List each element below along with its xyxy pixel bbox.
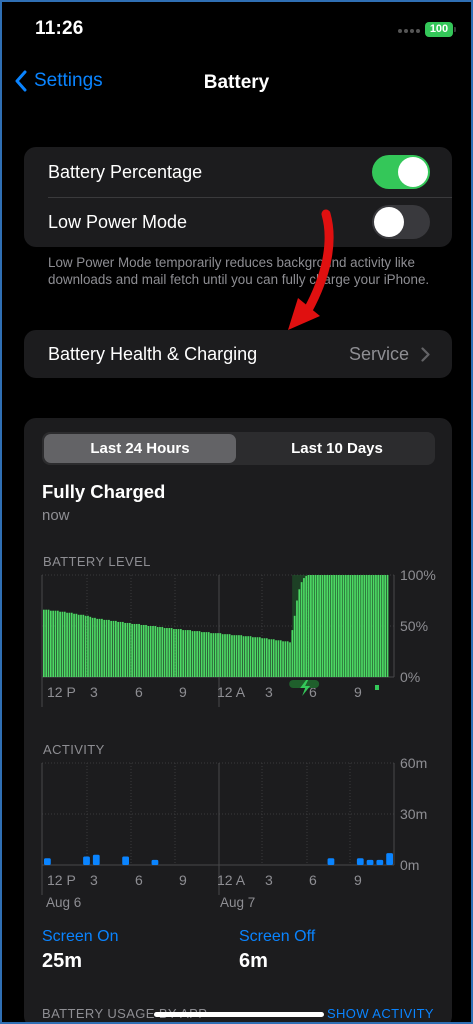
cellular-signal-icon (398, 29, 420, 33)
annotation-arrow-icon (288, 209, 334, 330)
battery-settings-group: Battery Percentage Low Power Mode (24, 147, 452, 247)
status-time: 11:26 (35, 18, 84, 39)
activity-bar (327, 858, 335, 865)
screen-on-value: 25m (42, 950, 83, 972)
x-tick-label: 9 (179, 872, 187, 888)
low-power-footnote: Low Power Mode temporarily reduces backg… (48, 255, 430, 287)
x-tick-label: 9 (354, 872, 362, 888)
x-tick-label: 3 (90, 872, 98, 888)
x-date-label: Aug 7 (220, 895, 255, 910)
x-tick-label: 12 P (47, 872, 76, 888)
phone-screen: 11:26 100 Settings Battery Battery Perce… (0, 0, 473, 1024)
activity-bar (366, 859, 374, 865)
low-power-mode-row: Low Power Mode (24, 197, 452, 247)
screen-off-label: Screen Off (239, 928, 316, 945)
activity-bar (376, 859, 384, 865)
home-indicator[interactable] (154, 1012, 324, 1017)
x-tick-label: 3 (265, 872, 273, 888)
toggle-knob (398, 157, 428, 187)
x-tick-label: 12 A (217, 872, 246, 888)
battery-health-label: Battery Health & Charging (48, 343, 258, 364)
battery-percentage-toggle[interactable] (372, 155, 430, 189)
battery-percentage-label: Battery Percentage (48, 161, 203, 182)
activity-bar (356, 858, 364, 865)
screen-on-label: Screen On (42, 928, 119, 945)
chevron-right-icon (421, 346, 430, 362)
activity-bar (92, 854, 100, 865)
low-power-mode-toggle[interactable] (372, 205, 430, 239)
x-tick-label: 6 (309, 872, 317, 888)
page-title: Battery (203, 72, 270, 93)
activity-bar (44, 858, 51, 865)
y-tick-label: 0m (400, 857, 419, 873)
activity-bar (151, 859, 159, 865)
activity-chart: 60m 30m 0m 12 P 3 6 9 12 A 3 6 9 Aug 6 Aug 7 (41, 755, 427, 910)
x-date-label: Aug 6 (46, 895, 81, 910)
battery-percentage-row: Battery Percentage (24, 147, 452, 197)
activity-bar (83, 856, 90, 865)
screen-off-value: 6m (239, 950, 268, 972)
nav-bar: Settings Battery (2, 62, 471, 106)
show-activity-button[interactable]: SHOW ACTIVITY (327, 1006, 434, 1021)
battery-indicator-icon: 100 (425, 22, 456, 37)
battery-health-status: Service (349, 330, 430, 378)
activity-bar (122, 856, 129, 865)
x-tick-label: 6 (135, 872, 143, 888)
y-tick-label: 60m (400, 755, 427, 771)
activity-bar (386, 853, 393, 865)
toggle-knob (374, 207, 404, 237)
service-label: Service (348, 343, 409, 364)
battery-health-row[interactable]: Battery Health & Charging Service (24, 330, 452, 378)
low-power-mode-label: Low Power Mode (48, 211, 188, 232)
y-tick-label: 30m (400, 806, 427, 822)
status-bar: 11:26 100 (2, 2, 471, 54)
usage-card: Last 24 Hours Last 10 Days Fully Charged… (24, 418, 452, 1022)
